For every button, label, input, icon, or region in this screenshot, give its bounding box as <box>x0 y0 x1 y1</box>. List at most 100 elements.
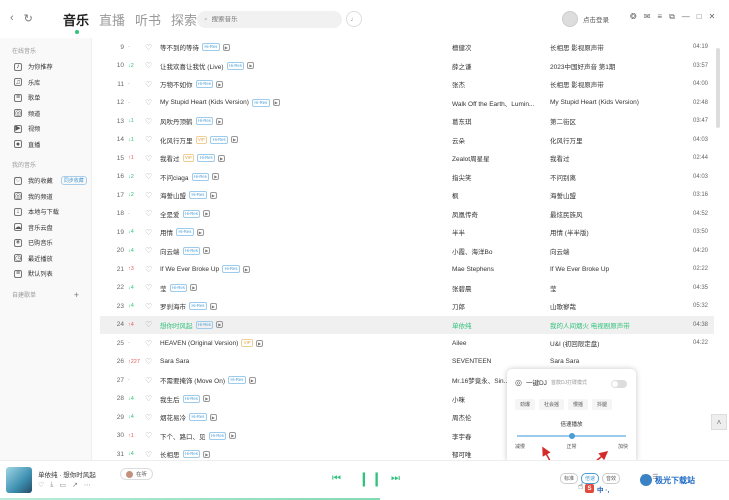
song-title[interactable]: 万物不如你 Hi-Res ▶ <box>160 79 440 89</box>
mv-play-icon[interactable]: ▶ <box>229 432 237 440</box>
player-option-button[interactable]: 音效 <box>602 473 621 484</box>
now-playing-title[interactable]: 单依纯 · 想你时风起 <box>38 469 96 479</box>
scrollbar[interactable] <box>716 48 720 128</box>
mv-play-icon[interactable]: ▶ <box>209 302 217 310</box>
speed-slider-knob[interactable] <box>568 433 575 439</box>
mv-play-icon[interactable]: ▶ <box>203 210 211 218</box>
heart-icon[interactable]: ♡ <box>145 154 152 163</box>
listen-together-button[interactable]: 在听 <box>120 468 154 480</box>
mail-icon[interactable]: ✉ <box>644 12 651 22</box>
tab-2[interactable]: 听书 <box>135 10 161 29</box>
song-title-text[interactable]: 罗刹海市 <box>160 301 186 311</box>
mv-play-icon[interactable]: ▶ <box>218 154 226 162</box>
song-artist[interactable]: 张杰 <box>452 79 547 89</box>
song-title-text[interactable]: 全是爱 <box>160 209 180 219</box>
song-artist[interactable]: Mae Stephens <box>452 266 547 273</box>
song-album[interactable]: 化风行万里 <box>550 135 680 145</box>
song-row[interactable]: 19 ↓4 ♡ 用情 Hi-Res ▶ 半半 用情 (半半版) 03:50 <box>100 223 714 242</box>
song-artist[interactable]: 半半 <box>452 227 547 237</box>
song-album[interactable]: 2023中国好声音 第1期 <box>550 61 680 71</box>
song-title-text[interactable]: Sara Sara <box>160 358 189 365</box>
song-title[interactable]: 向云端 Hi-Res ▶ <box>160 246 440 256</box>
song-title-text[interactable]: 不问ciaga <box>160 172 189 182</box>
song-title[interactable]: 不问ciaga Hi-Res ▶ <box>160 172 440 182</box>
heart-icon[interactable]: ♡ <box>145 450 152 459</box>
voice-search-button[interactable]: ♩ <box>346 11 362 27</box>
heart-icon[interactable]: ♡ <box>145 43 152 52</box>
song-title-text[interactable]: 海誓山盟 <box>160 190 186 200</box>
heart-icon[interactable]: ♡ <box>145 376 152 385</box>
skin-icon[interactable]: ❂ <box>630 12 637 22</box>
heart-icon[interactable]: ♡ <box>38 481 44 489</box>
song-title-text[interactable]: 烟花易冷 <box>160 412 186 422</box>
song-album[interactable]: If We Ever Broke Up <box>550 266 680 273</box>
song-title-text[interactable]: If We Ever Broke Up <box>160 266 219 273</box>
song-title-text[interactable]: 用情 <box>160 227 173 237</box>
chevron-left-icon[interactable]: ‹ <box>10 12 14 25</box>
song-title[interactable]: 我看过 VIP Hi-Res ▶ <box>160 153 440 163</box>
next-icon[interactable]: ⏭ <box>391 473 400 484</box>
song-row[interactable]: 9- ♡ 等不到的等待 Hi-Res ▶ 檀健次 长相思 影视原声带 04:19 <box>100 38 714 57</box>
heart-icon[interactable]: ♡ <box>145 320 152 329</box>
sidebar-item-purchased[interactable]: ¥ 已购音乐 <box>0 235 91 251</box>
song-title-text[interactable]: 长相思 <box>160 449 180 459</box>
dj-style-chip[interactable]: 劲爆 <box>515 399 536 410</box>
song-artist[interactable]: 单依纯 <box>452 320 547 330</box>
sidebar-item-list[interactable]: ≡ 默认列表 <box>0 266 91 282</box>
mv-play-icon[interactable]: ▶ <box>196 228 204 236</box>
song-title-text[interactable]: 化风行万里 <box>160 135 193 145</box>
back-to-top-button[interactable]: ˄ <box>711 414 727 430</box>
song-row[interactable]: 13 ↓1 ♡ 风吹丹顶鹤 Hi-Res ▶ 葛东琪 第二街区 03:47 <box>100 112 714 131</box>
mv-play-icon[interactable]: ▶ <box>272 99 280 107</box>
song-album[interactable]: 向云端 <box>550 246 680 256</box>
song-row[interactable]: 15 ↑1 ♡ 我看过 VIP Hi-Res ▶ Zealot周星星 我看过 02:44 <box>100 149 714 168</box>
song-artist[interactable]: 薛之谦 <box>452 61 547 71</box>
song-row[interactable]: 18- ♡ 全是爱 Hi-Res ▶ 凤凰传奇 最炫民族风 04:52 <box>100 205 714 224</box>
song-row[interactable]: 14 ↓1 ♡ 化风行万里 VIP Hi-Res ▶ 云朵 化风行万里 04:03 <box>100 131 714 150</box>
song-title-text[interactable]: 我看过 <box>160 153 180 163</box>
player-option-button[interactable]: 标准 <box>560 473 579 484</box>
speed-label[interactable]: 加快 <box>618 443 628 450</box>
song-row[interactable]: 16 ↓2 ♡ 不问ciaga Hi-Res ▶ 指尖笑 不问别离 04:03 <box>100 168 714 187</box>
dj-toggle[interactable] <box>611 380 627 388</box>
song-title[interactable]: 风吹丹顶鹤 Hi-Res ▶ <box>160 116 440 126</box>
song-artist[interactable]: Zealot周星星 <box>452 153 547 163</box>
heart-icon[interactable]: ♡ <box>145 61 152 70</box>
song-title[interactable]: 全是爱 Hi-Res ▶ <box>160 209 440 219</box>
heart-icon[interactable]: ♡ <box>145 394 152 403</box>
song-title[interactable]: HEAVEN (Original Version) VIP ▶ <box>160 339 440 348</box>
speed-label[interactable]: 减慢 <box>515 443 525 450</box>
song-row[interactable]: 11- ♡ 万物不如你 Hi-Res ▶ 张杰 长相思 影视原声带 04:00 <box>100 75 714 94</box>
user-login[interactable]: 点击登录 <box>562 11 609 27</box>
maximize-icon[interactable]: □ <box>697 12 702 22</box>
sidebar-item-channel[interactable]: ◎ 我的频道 <box>0 189 91 205</box>
dj-style-chip[interactable]: 社会摇 <box>539 399 565 410</box>
sync-badge[interactable]: 同步收藏 <box>60 176 87 186</box>
heart-icon[interactable]: ♡ <box>145 339 152 348</box>
song-title-text[interactable]: 我生后 <box>160 394 180 404</box>
song-title-text[interactable]: 下个、路口、见 <box>160 431 206 441</box>
song-artist[interactable]: 葛东琪 <box>452 116 547 126</box>
mv-play-icon[interactable]: ▶ <box>222 43 230 51</box>
song-row[interactable]: 24 ↑4 ♡ 想你时风起 Hi-Res ▶ 单依纯 我的人间烟火 电视剧原声带 04:38 <box>100 315 714 334</box>
song-album[interactable]: 不问别离 <box>550 172 680 182</box>
song-title-text[interactable]: 莹 <box>160 283 167 293</box>
heart-icon[interactable]: ♡ <box>145 413 152 422</box>
mv-play-icon[interactable]: ▶ <box>190 284 198 292</box>
refresh-icon[interactable]: ↻ <box>24 12 33 25</box>
song-title[interactable]: 下个、路口、见 Hi-Res ▶ <box>160 431 440 441</box>
song-title-text[interactable]: 不需要掩饰 (Move On) <box>160 375 225 385</box>
song-title-text[interactable]: 向云端 <box>160 246 180 256</box>
song-artist[interactable]: 云朵 <box>452 135 547 145</box>
download-icon[interactable]: ⤓ <box>50 481 53 489</box>
mv-play-icon[interactable]: ▶ <box>216 80 224 88</box>
tab-0[interactable]: 音乐 <box>63 10 89 29</box>
song-artist[interactable]: Walk Off the Earth、Lumin... <box>452 98 547 108</box>
song-artist[interactable]: 张碧晨 <box>452 283 547 293</box>
song-title-text[interactable]: HEAVEN (Original Version) <box>160 340 238 347</box>
song-row[interactable]: 25- ♡ HEAVEN (Original Version) VIP ▶ Ailee U&… <box>100 334 714 353</box>
song-row[interactable]: 12- ♡ My Stupid Heart (Kids Version) Hi-Res… <box>100 94 714 113</box>
song-album[interactable]: 最炫民族风 <box>550 209 680 219</box>
song-title[interactable]: 海誓山盟 Hi-Res ▶ <box>160 190 440 200</box>
song-album[interactable]: 长相思 影视原声带 <box>550 42 680 52</box>
